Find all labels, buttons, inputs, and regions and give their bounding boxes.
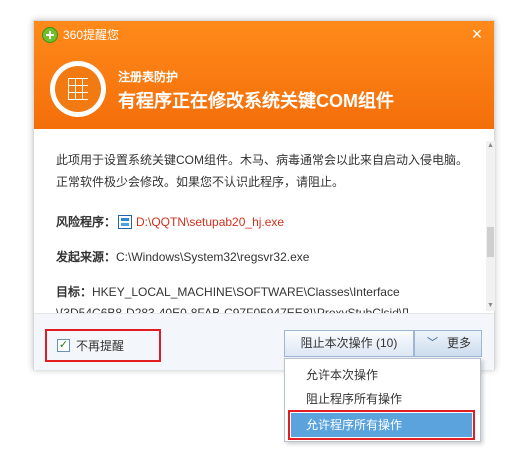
menu-item-block-all[interactable]: 阻止程序所有操作 — [285, 387, 480, 411]
360-logo-icon — [42, 27, 58, 43]
content-scrollbar[interactable]: ▲ ▼ — [486, 141, 495, 311]
more-dropdown-menu: 允许本次操作 阻止程序所有操作 允许程序所有操作 — [284, 358, 481, 442]
registry-guard-icon — [50, 61, 106, 117]
menu-item-allow-once[interactable]: 允许本次操作 — [285, 363, 480, 387]
risk-program-label: 风险程序： — [56, 215, 117, 229]
source-label: 发起来源： — [56, 250, 117, 264]
description-text: 此项用于设置系统关键COM组件。木马、病毒通常会以此来自启动入侵电脑。正常软件极… — [56, 153, 468, 189]
title-bar: 360提醒您 × — [34, 21, 494, 49]
block-once-button[interactable]: 阻止本次操作 (10) — [284, 330, 414, 357]
menu-item-allow-all[interactable]: 允许程序所有操作 — [288, 410, 475, 440]
risk-program-path[interactable]: D:\QQTN\setupab20_hj.exe — [136, 215, 284, 229]
no-remind-label[interactable]: 不再提醒 — [76, 339, 124, 353]
header-title: 有程序正在修改系统关键COM组件 — [118, 91, 394, 111]
target-label: 目标： — [56, 285, 93, 299]
no-remind-option[interactable]: ✓ 不再提醒 — [45, 329, 161, 362]
more-button[interactable]: ﹀ 更多 — [414, 330, 482, 357]
program-file-icon — [118, 215, 133, 229]
no-remind-checkbox[interactable]: ✓ — [57, 339, 70, 352]
target-path: HKEY_LOCAL_MACHINE\SOFTWARE\Classes\Inte… — [92, 285, 400, 299]
security-alert-dialog: 360提醒您 × 注册表防护 有程序正在修改系统关键COM组件 此项用于设置系统… — [33, 20, 495, 370]
chevron-down-icon: ﹀ — [427, 337, 438, 349]
close-button[interactable]: × — [468, 25, 486, 43]
dialog-header: 360提醒您 × 注册表防护 有程序正在修改系统关键COM组件 — [34, 21, 494, 129]
content-area: 此项用于设置系统关键COM组件。木马、病毒通常会以此来自启动入侵电脑。正常软件极… — [34, 129, 494, 313]
scroll-thumb[interactable] — [487, 227, 494, 257]
target-row: 目标：HKEY_LOCAL_MACHINE\SOFTWARE\Classes\I… — [56, 284, 400, 300]
registry-grid-icon — [68, 78, 89, 100]
scroll-down-arrow-icon[interactable]: ▼ — [486, 301, 495, 311]
risk-program-row: 风险程序： D:\QQTN\setupab20_hj.exe — [56, 214, 284, 230]
scroll-up-arrow-icon[interactable]: ▲ — [486, 141, 495, 151]
screen: 360提醒您 × 注册表防护 有程序正在修改系统关键COM组件 此项用于设置系统… — [0, 0, 532, 460]
target-path-line2: \{3D54C6B8-D283-40E0-8FAB-C97F05947EE8}\… — [56, 306, 409, 313]
more-button-label: 更多 — [447, 336, 472, 350]
header-subtitle: 注册表防护 — [118, 70, 179, 84]
source-path: C:\Windows\System32\regsvr32.exe — [116, 250, 310, 264]
source-row: 发起来源：C:\Windows\System32\regsvr32.exe — [56, 249, 309, 265]
app-title: 360提醒您 — [63, 28, 120, 42]
